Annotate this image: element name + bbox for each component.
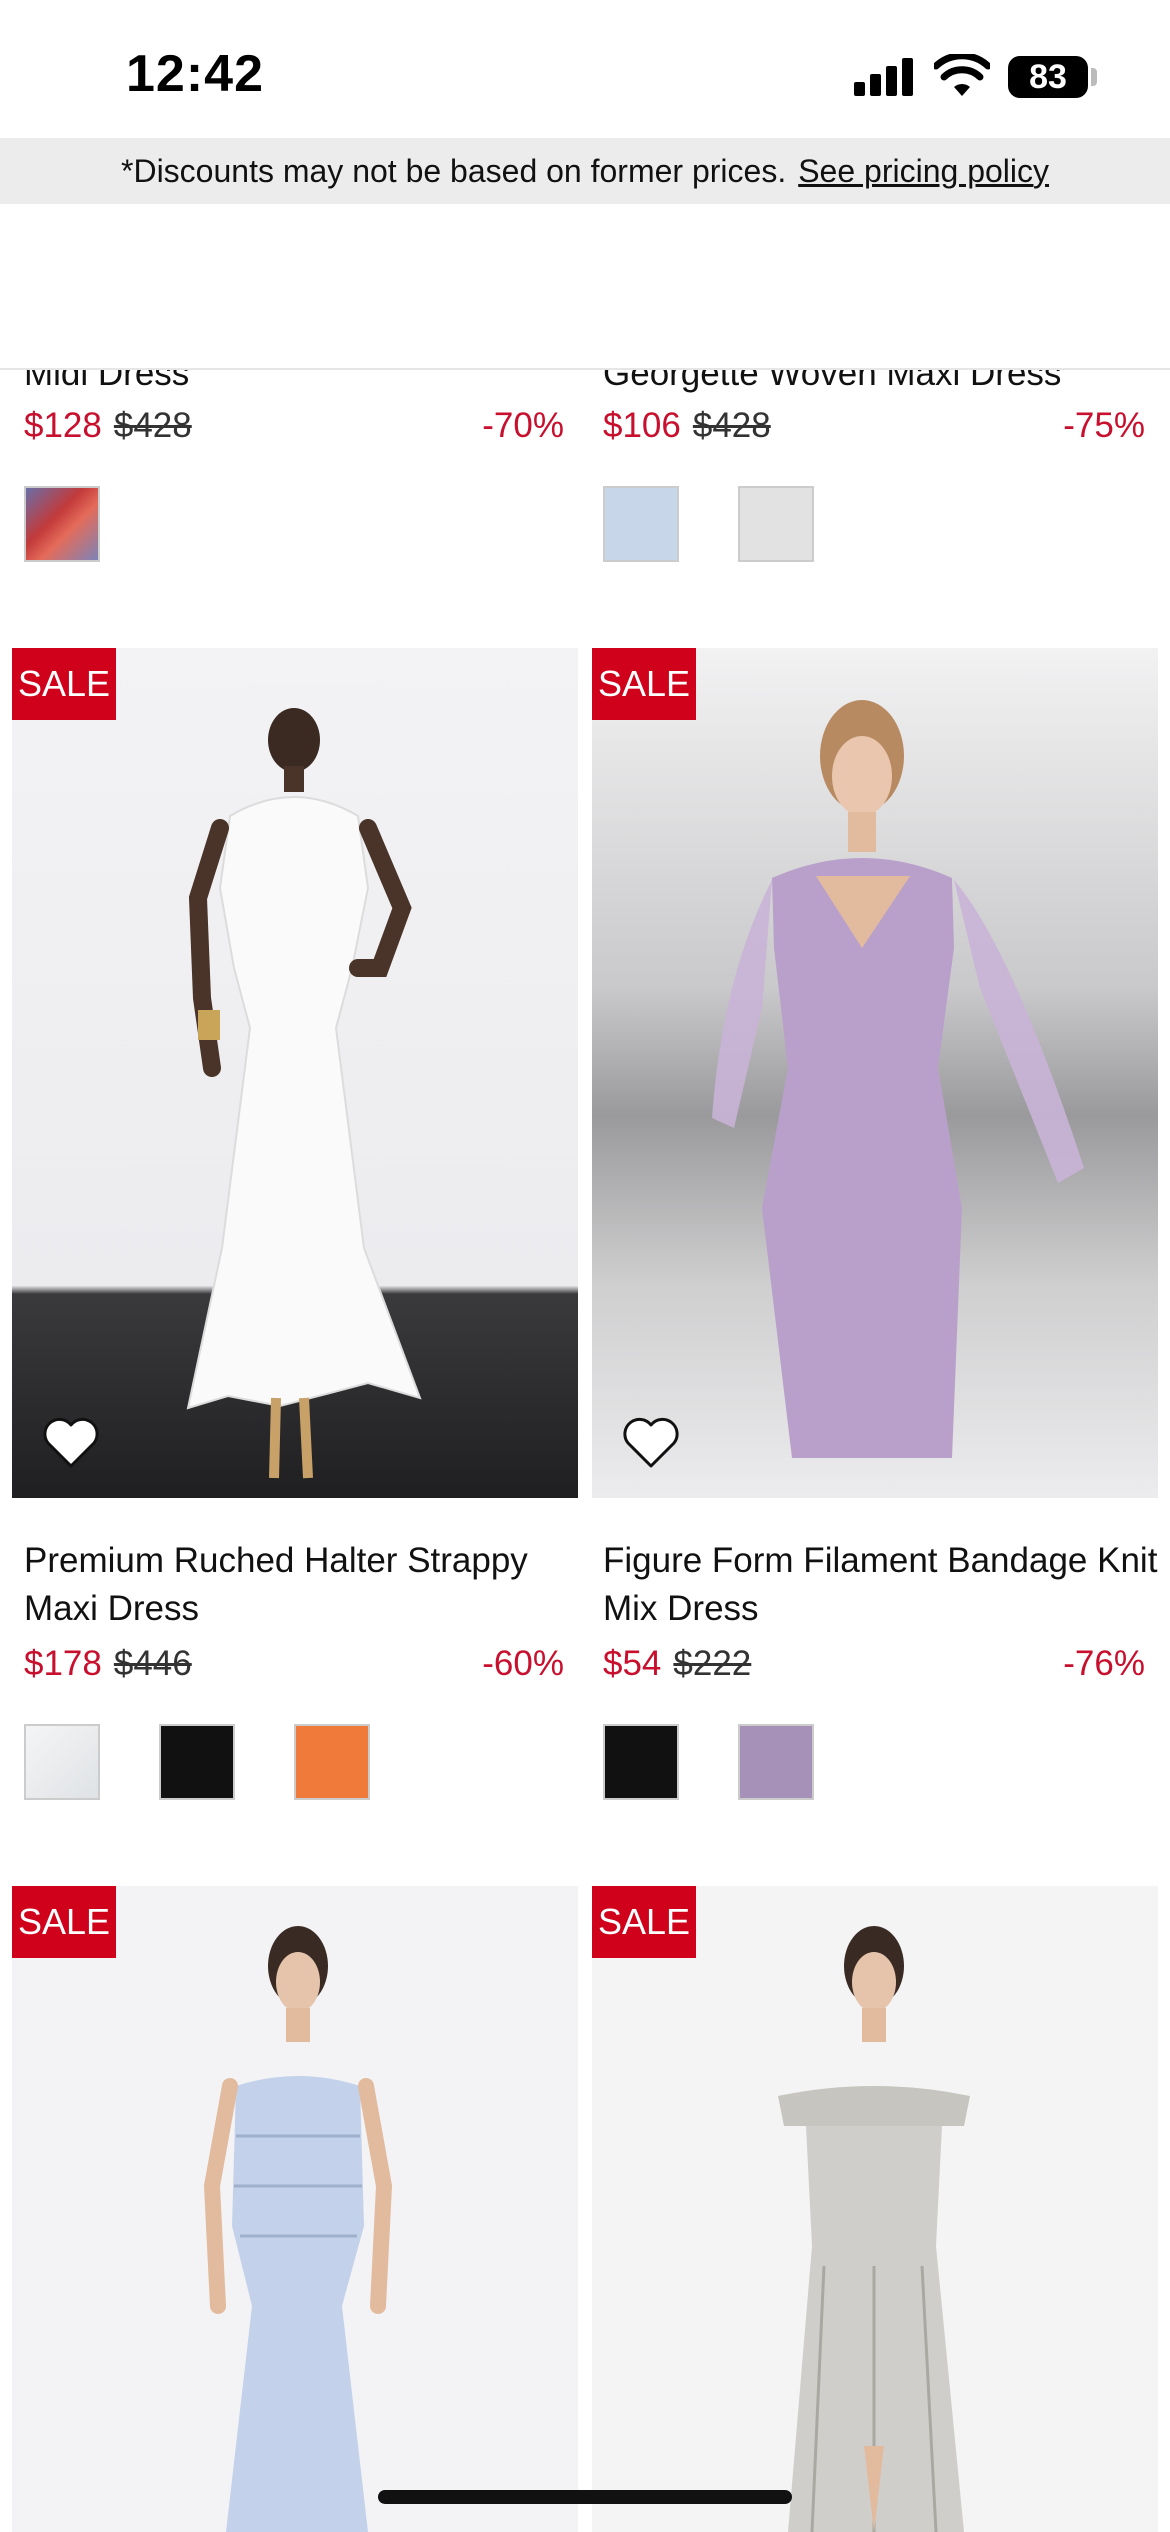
discount-percent: -75% [1063, 406, 1145, 445]
filter-button[interactable]: Filter [1030, 262, 1123, 310]
sale-badge: SALE [592, 648, 696, 720]
home-indicator[interactable] [378, 2490, 792, 2504]
color-swatch-black[interactable] [603, 1724, 679, 1800]
discount-disclaimer-text: *Discounts may not be based on former pr… [121, 152, 787, 189]
sort-button[interactable]: Sort [880, 262, 957, 310]
discount-disclaimer-banner: *Discounts may not be based on former pr… [0, 138, 1170, 204]
toolbar-divider [988, 264, 991, 308]
cellular-signal-icon [854, 58, 914, 96]
pricing-policy-link[interactable]: See pricing policy [798, 153, 1049, 190]
status-bar: 12:42 83 [0, 0, 1170, 138]
model-white-dress-illustration [186, 708, 422, 1479]
single-column-view-button[interactable] [38, 254, 102, 318]
original-price: $428 [692, 406, 771, 445]
product-name-line: Mix Dress [603, 1589, 759, 1628]
two-column-view-button[interactable] [178, 254, 242, 318]
discount-percent: -76% [1063, 1644, 1145, 1683]
sale-price: $54 [603, 1644, 662, 1683]
product-name[interactable]: Premium Ruched Halter Strappy Maxi Dress [24, 1537, 574, 1633]
sale-badge: SALE [12, 648, 116, 720]
original-price: $222 [673, 1644, 752, 1683]
product-image[interactable]: SALE [592, 648, 1158, 1498]
model-silver-gown-illustration [778, 1926, 970, 2532]
model-lilac-dress-illustration [712, 700, 1084, 1458]
sale-badge: SALE [12, 1886, 116, 1958]
product-image[interactable]: SALE [12, 648, 578, 1498]
original-price: $446 [113, 1644, 192, 1683]
wifi-icon [934, 54, 990, 96]
product-image[interactable]: SALE [12, 1886, 578, 2532]
discount-percent: -60% [482, 1644, 564, 1683]
product-name: Georgette Woven Maxi Dress [603, 354, 1062, 393]
color-swatch-orange[interactable] [294, 1724, 370, 1800]
model-blue-gown-illustration [203, 1926, 393, 2532]
color-swatch-floral[interactable] [24, 486, 100, 562]
sale-price: $106 [603, 406, 681, 445]
product-name-line: Maxi Dress [24, 1589, 200, 1628]
color-swatch-light-grey[interactable] [738, 486, 814, 562]
price-row: $178 $446 -60% [24, 1640, 564, 1688]
sale-price: $178 [24, 1644, 102, 1683]
product-name-line: Figure Form Filament Bandage Knit [603, 1541, 1158, 1580]
sale-price: $128 [24, 406, 102, 445]
wishlist-heart-icon[interactable] [42, 1416, 100, 1470]
color-swatch-black[interactable] [159, 1724, 235, 1800]
color-swatch-lilac[interactable] [738, 1724, 814, 1800]
three-column-view-button[interactable] [318, 254, 382, 318]
status-time: 12:42 [126, 45, 264, 103]
color-swatch-light-blue[interactable] [603, 486, 679, 562]
wishlist-heart-icon[interactable] [622, 1416, 680, 1470]
price-row: $106 $428 -75% [603, 402, 1145, 450]
original-price: $428 [113, 406, 192, 445]
battery-tip [1091, 68, 1097, 86]
product-name: Midi Dress [24, 354, 190, 393]
product-name[interactable]: Figure Form Filament Bandage Knit Mix Dr… [603, 1537, 1163, 1633]
battery-icon: 83 [1008, 56, 1088, 98]
single-view-icon [48, 258, 90, 316]
product-image[interactable]: SALE [592, 1886, 1158, 2532]
price-row: $54 $222 -76% [603, 1640, 1145, 1688]
discount-percent: -70% [482, 406, 564, 445]
product-name-line: Premium Ruched Halter Strappy [24, 1541, 528, 1580]
sale-badge: SALE [592, 1886, 696, 1958]
color-swatch-white[interactable] [24, 1724, 100, 1800]
price-row: $128 $428 -70% [24, 402, 564, 450]
